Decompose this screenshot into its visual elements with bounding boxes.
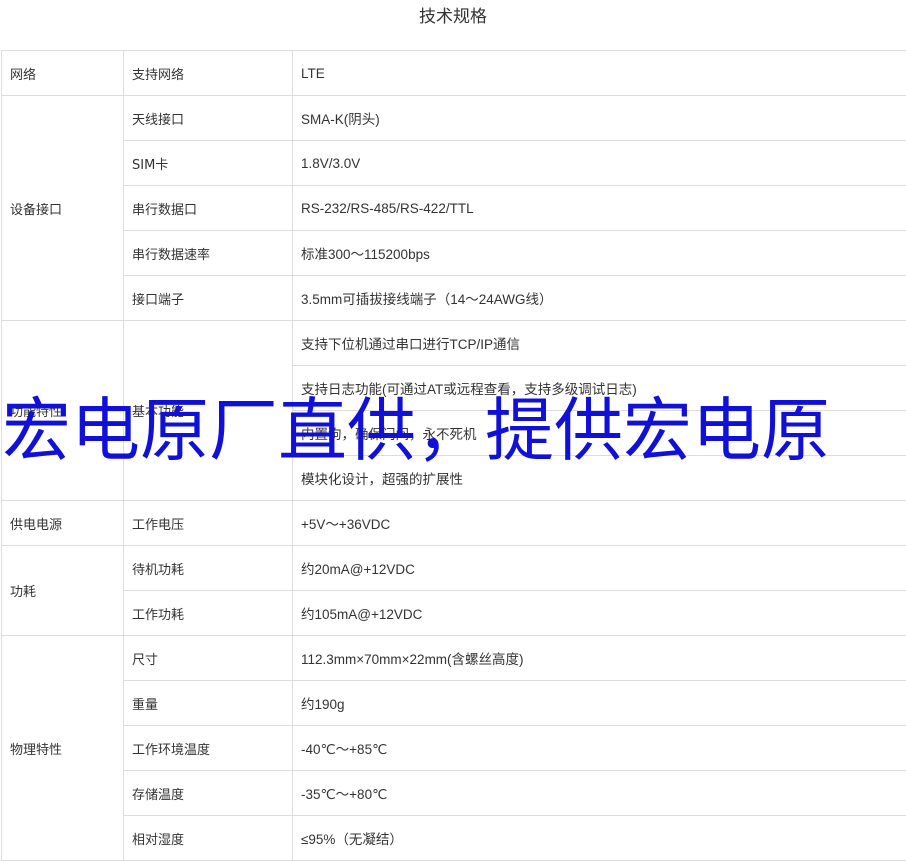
table-row: 供电电源 工作电压 +5V～+36VDC — [2, 501, 906, 546]
spec-value-cell: 约20mA@+12VDC — [293, 546, 906, 591]
spec-name-cell: SIM卡 — [124, 141, 293, 186]
spec-value-cell: 支持下位机通过串口进行TCP/IP通信 — [293, 321, 906, 366]
spec-value-cell: -40℃～+85℃ — [293, 726, 906, 771]
table-row: 物理特性 尺寸 112.3mm×70mm×22mm(含螺丝高度) — [2, 636, 906, 681]
table-row: 存储温度 -35℃～+80℃ — [2, 771, 906, 816]
spec-name-cell: 相对湿度 — [124, 816, 293, 861]
table-row: SIM卡 1.8V/3.0V — [2, 141, 906, 186]
category-cell: 供电电源 — [2, 501, 124, 546]
spec-value-cell: 约105mA@+12VDC — [293, 591, 906, 636]
spec-name-cell: 接口端子 — [124, 276, 293, 321]
spec-value-cell: 内置狗，确保门间，永不死机 — [293, 411, 906, 456]
category-cell: 功能特性 — [2, 321, 124, 501]
table-row: 串行数据口 RS-232/RS-485/RS-422/TTL — [2, 186, 906, 231]
spec-name-cell: 串行数据速率 — [124, 231, 293, 276]
table-row: 接口端子 3.5mm可插拔接线端子（14～24AWG线） — [2, 276, 906, 321]
spec-name-cell: 尺寸 — [124, 636, 293, 681]
category-cell: 设备接口 — [2, 96, 124, 321]
spec-value-cell: 标准300～115200bps — [293, 231, 906, 276]
spec-value-cell: 112.3mm×70mm×22mm(含螺丝高度) — [293, 636, 906, 681]
spec-name-cell: 重量 — [124, 681, 293, 726]
table-row: 设备接口 天线接口 SMA-K(阴头) — [2, 96, 906, 141]
spec-value-cell: +5V～+36VDC — [293, 501, 906, 546]
spec-value-cell: 1.8V/3.0V — [293, 141, 906, 186]
spec-name-cell: 工作电压 — [124, 501, 293, 546]
category-cell: 功耗 — [2, 546, 124, 636]
spec-value-cell: LTE — [293, 51, 906, 96]
table-row: 工作功耗 约105mA@+12VDC — [2, 591, 906, 636]
spec-name-cell: 存储温度 — [124, 771, 293, 816]
spec-name-cell: 工作环境温度 — [124, 726, 293, 771]
spec-name-cell: 基本功能 — [124, 321, 293, 501]
category-cell: 网络 — [2, 51, 124, 96]
spec-value-cell: -35℃～+80℃ — [293, 771, 906, 816]
table-row: 功耗 待机功耗 约20mA@+12VDC — [2, 546, 906, 591]
spec-value-cell: ≤95%（无凝结） — [293, 816, 906, 861]
table-row: 串行数据速率 标准300～115200bps — [2, 231, 906, 276]
spec-table: 网络 支持网络 LTE 设备接口 天线接口 SMA-K(阴头) SIM卡 1.8… — [1, 50, 906, 861]
table-row: 功能特性 基本功能 支持下位机通过串口进行TCP/IP通信 — [2, 321, 906, 366]
page-title: 技术规格 — [0, 0, 906, 36]
spec-value-cell: 约190g — [293, 681, 906, 726]
table-row: 工作环境温度 -40℃～+85℃ — [2, 726, 906, 771]
table-row: 网络 支持网络 LTE — [2, 51, 906, 96]
table-row: 重量 约190g — [2, 681, 906, 726]
spec-value-cell: 模块化设计，超强的扩展性 — [293, 456, 906, 501]
table-row: 相对湿度 ≤95%（无凝结） — [2, 816, 906, 861]
spec-value-cell: 3.5mm可插拔接线端子（14～24AWG线） — [293, 276, 906, 321]
spec-name-cell: 天线接口 — [124, 96, 293, 141]
spec-value-cell: RS-232/RS-485/RS-422/TTL — [293, 186, 906, 231]
spec-name-cell: 串行数据口 — [124, 186, 293, 231]
spec-name-cell: 待机功耗 — [124, 546, 293, 591]
spec-value-cell: SMA-K(阴头) — [293, 96, 906, 141]
spec-name-cell: 支持网络 — [124, 51, 293, 96]
spec-value-cell: 支持日志功能(可通过AT或远程查看，支持多级调试日志) — [293, 366, 906, 411]
spec-name-cell: 工作功耗 — [124, 591, 293, 636]
category-cell: 物理特性 — [2, 636, 124, 861]
